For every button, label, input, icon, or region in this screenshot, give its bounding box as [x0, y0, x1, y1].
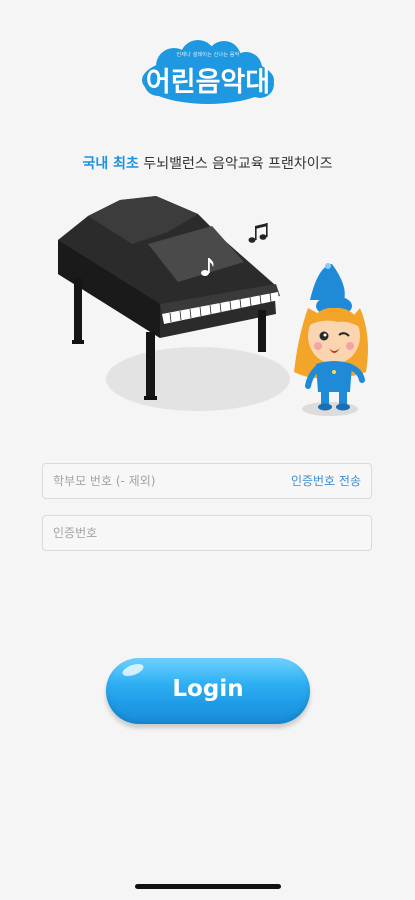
- logo-text: 어린음악대: [145, 67, 271, 98]
- verification-code-field[interactable]: [42, 515, 372, 551]
- piano-character-illustration: [58, 196, 368, 416]
- slogan-highlight: 국내 최초: [82, 156, 139, 172]
- slogan-text: 두뇌밸런스 음악교육 프랜차이즈: [138, 156, 333, 172]
- slogan: 국내 최초 두뇌밸런스 음악교육 프랜차이즈: [0, 153, 415, 173]
- verification-code-input[interactable]: [43, 516, 371, 550]
- phone-field[interactable]: 인증번호 전송: [42, 463, 372, 499]
- logo-tagline: 언제나 설레이는 신나는 음악: [176, 52, 240, 58]
- send-code-button[interactable]: 인증번호 전송: [291, 464, 361, 498]
- app-logo: 언제나 설레이는 신나는 음악 어린음악대: [136, 38, 280, 110]
- login-button-label: Login: [172, 676, 244, 702]
- login-button[interactable]: Login: [106, 658, 310, 724]
- home-indicator: [135, 884, 281, 889]
